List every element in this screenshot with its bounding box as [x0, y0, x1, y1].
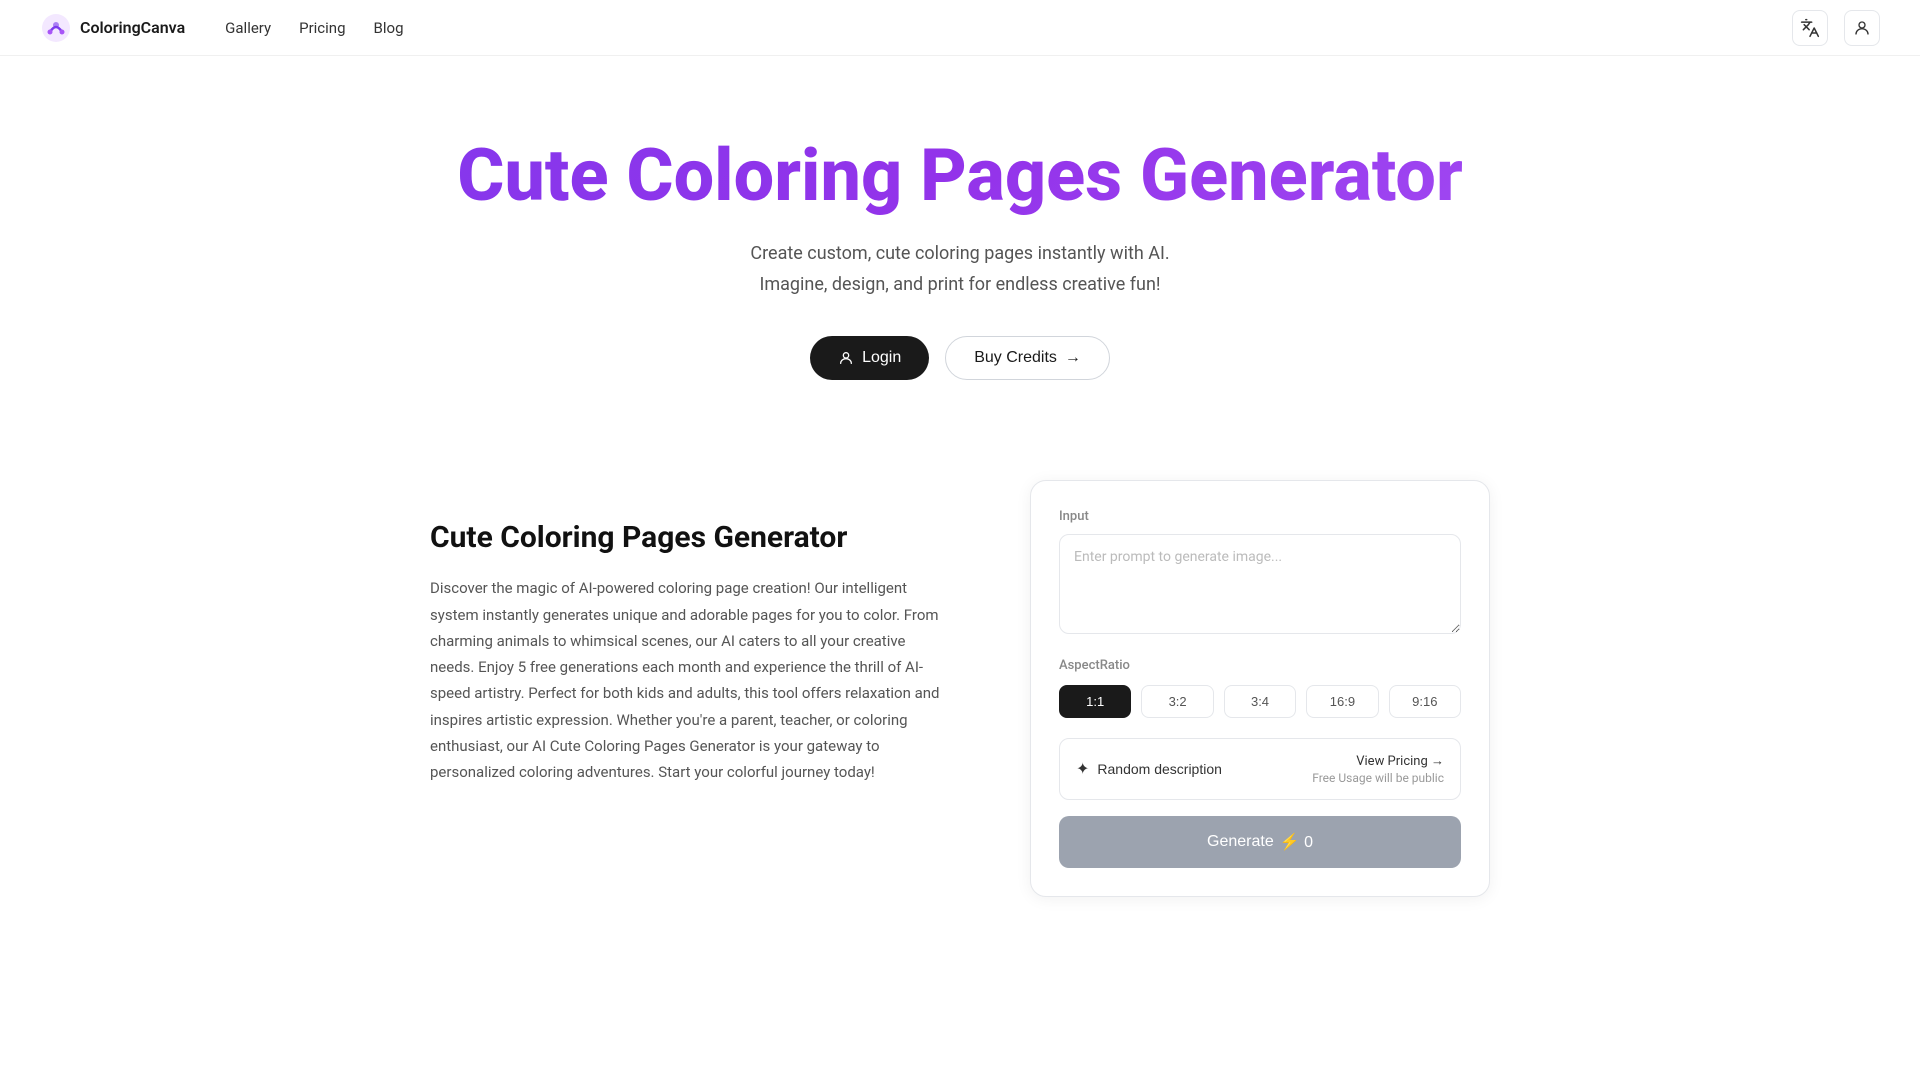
aspect-ratio-options: 1:1 3:2 3:4 16:9 9:16	[1059, 685, 1461, 718]
aspect-ratio-label: AspectRatio	[1059, 658, 1461, 673]
logo-icon	[40, 12, 72, 44]
card-actions-row: ✦ Random description View Pricing → Free…	[1059, 738, 1461, 800]
hero-section: Cute Coloring Pages Generator Create cus…	[0, 56, 1920, 440]
left-panel-description: Discover the magic of AI-powered colorin…	[430, 575, 950, 785]
prompt-input[interactable]	[1059, 534, 1461, 634]
hero-title: Cute Coloring Pages Generator	[40, 136, 1880, 215]
nav-item-gallery[interactable]: Gallery	[225, 18, 271, 37]
input-label: Input	[1059, 509, 1461, 524]
logo-link[interactable]: ColoringCanva	[40, 12, 185, 44]
hero-subtitle: Create custom, cute coloring pages insta…	[40, 239, 1880, 300]
hero-subtitle-line1: Create custom, cute coloring pages insta…	[750, 243, 1169, 264]
navbar: ColoringCanva Gallery Pricing Blog	[0, 0, 1920, 56]
random-icon: ✦	[1076, 759, 1089, 779]
left-panel-title: Cute Coloring Pages Generator	[430, 520, 950, 555]
generate-label: Generate	[1207, 833, 1274, 851]
random-description-label: Random description	[1097, 761, 1222, 777]
left-panel: Cute Coloring Pages Generator Discover t…	[430, 480, 950, 785]
aspect-btn-3-4[interactable]: 3:4	[1224, 685, 1296, 718]
aspect-btn-3-2[interactable]: 3:2	[1141, 685, 1213, 718]
translate-button[interactable]	[1792, 10, 1828, 46]
random-description-button[interactable]: ✦ Random description	[1076, 759, 1222, 779]
navbar-left: ColoringCanva Gallery Pricing Blog	[40, 12, 404, 44]
nav-item-blog[interactable]: Blog	[374, 18, 404, 37]
aspect-btn-16-9[interactable]: 16:9	[1306, 685, 1378, 718]
buy-credits-button[interactable]: Buy Credits →	[945, 336, 1110, 380]
aspect-btn-9-16[interactable]: 9:16	[1389, 685, 1461, 718]
generate-button[interactable]: Generate ⚡ 0	[1059, 816, 1461, 868]
login-user-icon	[838, 350, 854, 366]
navbar-right	[1792, 10, 1880, 46]
aspect-btn-1-1[interactable]: 1:1	[1059, 685, 1131, 718]
hero-buttons: Login Buy Credits →	[40, 336, 1880, 380]
nav-item-pricing[interactable]: Pricing	[299, 18, 345, 37]
hero-subtitle-line2: Imagine, design, and print for endless c…	[759, 274, 1160, 295]
main-content: Cute Coloring Pages Generator Discover t…	[0, 440, 1920, 977]
user-button[interactable]	[1844, 10, 1880, 46]
view-pricing-link[interactable]: View Pricing →	[1312, 753, 1444, 769]
free-usage-text: Free Usage will be public	[1312, 771, 1444, 785]
logo-text: ColoringCanva	[80, 18, 185, 37]
pricing-link-area: View Pricing → Free Usage will be public	[1312, 753, 1444, 785]
user-icon	[1853, 19, 1871, 37]
generator-card: Input AspectRatio 1:1 3:2 3:4 16:9 9:16 …	[1030, 480, 1490, 897]
translate-icon	[1800, 18, 1820, 38]
nav-links: Gallery Pricing Blog	[225, 18, 403, 37]
login-button[interactable]: Login	[810, 336, 929, 380]
generate-cost: ⚡ 0	[1280, 832, 1313, 852]
